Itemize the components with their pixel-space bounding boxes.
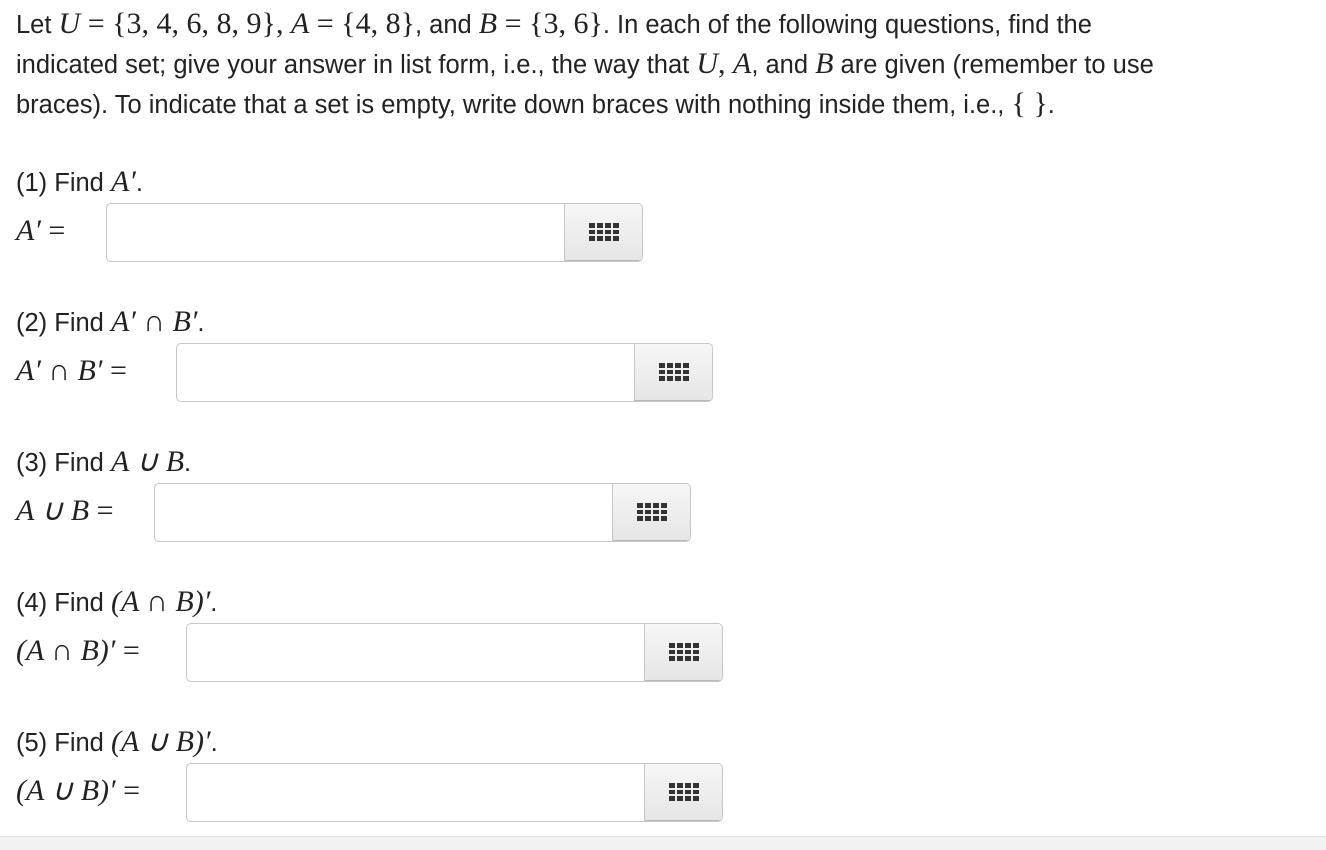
answer-4-input[interactable]: [187, 624, 645, 681]
answer-3-input[interactable]: [155, 484, 613, 541]
keypad-grid-icon: [588, 223, 619, 241]
keypad-grid-icon: [668, 783, 699, 801]
answer-1-keypad-button[interactable]: [564, 204, 642, 261]
answer-5-input[interactable]: [187, 764, 645, 821]
answer-5-box: [186, 763, 723, 822]
question-3-prompt: (3) Find A ∪ B.: [16, 445, 192, 478]
question-4-prompt: (4) Find (A ∩ B)′.: [16, 585, 218, 618]
question-1-label: A′ =: [16, 214, 66, 247]
question-3-label: A ∪ B =: [16, 494, 114, 527]
intro-line-2: indicated set; give your answer in list …: [16, 47, 1154, 80]
question-5-label: (A ∪ B)′ =: [16, 774, 141, 807]
bottom-divider: [0, 836, 1326, 850]
answer-5-keypad-button[interactable]: [644, 764, 722, 821]
question-5-prompt: (5) Find (A ∪ B)′.: [16, 725, 218, 758]
question-4-label: (A ∩ B)′ =: [16, 634, 140, 667]
keypad-grid-icon: [658, 363, 689, 381]
question-2-label: A′ ∩ B′ =: [16, 354, 127, 387]
answer-4-box: [186, 623, 723, 682]
answer-2-keypad-button[interactable]: [634, 344, 712, 401]
answer-1-box: [106, 203, 643, 262]
question-1-prompt: (1) Find A′.: [16, 165, 143, 198]
answer-2-input[interactable]: [177, 344, 635, 401]
question-2-prompt: (2) Find A′ ∩ B′.: [16, 305, 205, 338]
answer-3-keypad-button[interactable]: [612, 484, 690, 541]
answer-1-input[interactable]: [107, 204, 565, 261]
answer-4-keypad-button[interactable]: [644, 624, 722, 681]
answer-3-box: [154, 483, 691, 542]
intro-line-1: Let U = {3, 4, 6, 8, 9}, A = {4, 8}, and…: [16, 7, 1092, 40]
intro-line-3: braces). To indicate that a set is empty…: [16, 87, 1055, 120]
page: Let U = {3, 4, 6, 8, 9}, A = {4, 8}, and…: [0, 0, 1326, 850]
answer-2-box: [176, 343, 713, 402]
problem-statement: Let U = {3, 4, 6, 8, 9}, A = {4, 8}, and…: [16, 4, 1316, 124]
keypad-grid-icon: [668, 643, 699, 661]
keypad-grid-icon: [636, 503, 667, 521]
